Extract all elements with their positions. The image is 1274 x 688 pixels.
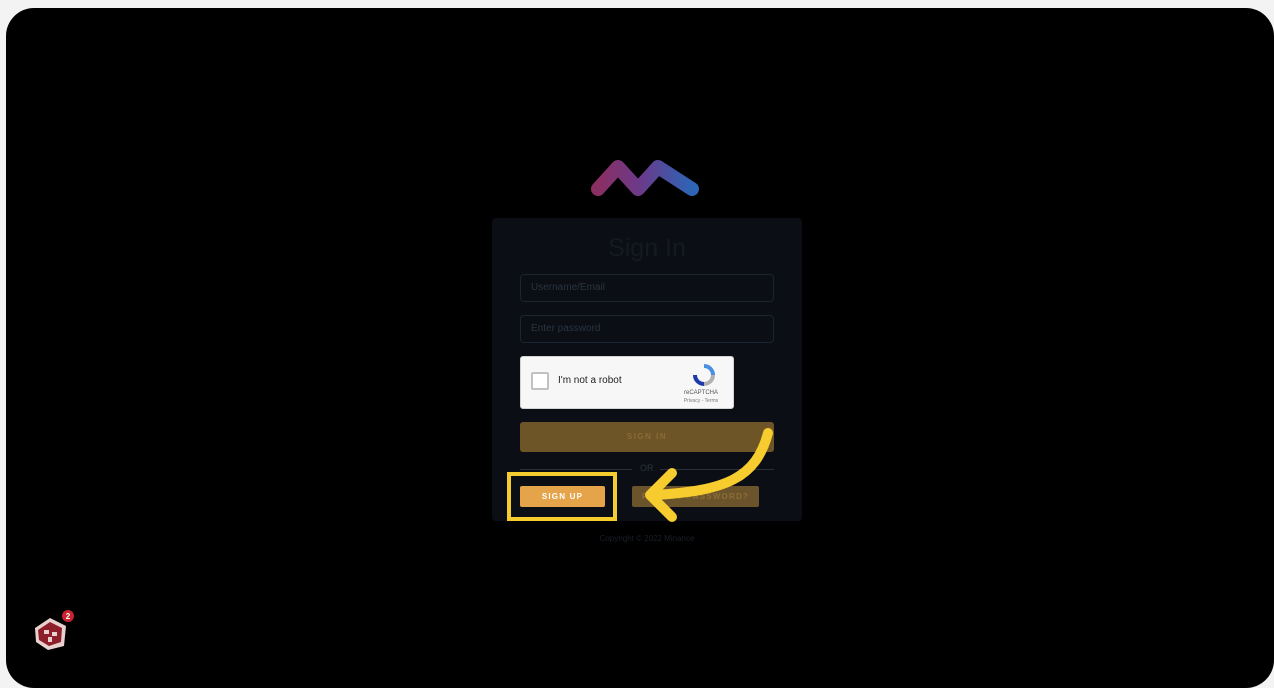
recaptcha-checkbox[interactable] [531,372,549,390]
password-input[interactable] [520,315,774,343]
recaptcha-icon [693,364,715,386]
or-divider-left [520,469,632,470]
assistant-bot-icon[interactable]: 2 [30,608,76,652]
recaptcha-label: I'm not a robot [558,375,622,386]
page-title: Sign In [608,234,686,262]
recaptcha-terms-link[interactable]: Privacy - Terms [671,398,731,404]
recaptcha-widget: I'm not a robot reCAPTCHA Privacy - Term… [520,356,734,409]
app-frame: Sign In I'm not a robot reCAPTCHA Privac… [6,8,1274,688]
sign-up-highlight-box [507,472,617,521]
minance-logo [591,160,699,196]
pointer-arrow-icon [645,428,773,522]
copyright-text: Copyright © 2022 Minance [599,534,695,543]
notification-badge-count: 2 [66,612,71,621]
recaptcha-brand: reCAPTCHA [683,390,718,396]
username-input[interactable] [520,274,774,302]
